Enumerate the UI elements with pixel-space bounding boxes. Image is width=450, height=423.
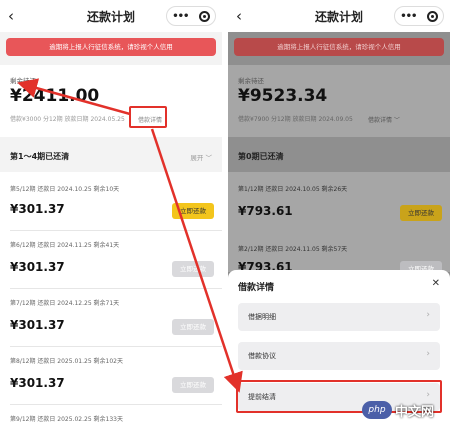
installment-amount: ¥301.37 (10, 202, 65, 216)
target-icon[interactable] (198, 10, 210, 22)
divider (10, 404, 222, 405)
chevron-left-icon[interactable]: ‹ (8, 7, 14, 25)
pay-now-button[interactable]: 立即还款 (400, 205, 442, 221)
chevron-left-icon[interactable]: ‹ (236, 7, 242, 25)
installment-list: 第1/12期 还款日 2024.10.05 剩余26天 ¥793.61 立即还款… (228, 172, 450, 277)
sheet-item-label: 借据明细 (248, 313, 276, 321)
installment-label: 第6/12期 还款日 2024.11.25 剩余41天 (10, 242, 120, 249)
pay-now-button[interactable]: 立即还款 (172, 319, 214, 335)
chevron-right-icon: › (426, 310, 430, 320)
installment-label: 第7/12期 还款日 2024.12.25 剩余71天 (10, 300, 120, 307)
target-icon[interactable] (426, 10, 438, 22)
capsule-menu[interactable]: ••• (394, 6, 444, 26)
credit-warning-banner: 逾期将上报人行征信系统，请珍视个人信用 (6, 38, 216, 56)
credit-warning-banner: 逾期将上报人行征信系统，请珍视个人信用 (234, 38, 444, 56)
installment-label: 第5/12期 还款日 2024.10.25 剩余10天 (10, 186, 120, 193)
remaining-label: 剩余待还 (238, 77, 264, 85)
section-title: 第0期已还清 (238, 152, 284, 161)
pay-now-button[interactable]: 立即还款 (172, 203, 214, 219)
right-screen: ‹ 还款计划 ••• 逾期将上报人行征信系统，请珍视个人信用 剩余待还 ¥952… (228, 0, 450, 423)
more-dots-icon[interactable]: ••• (172, 11, 189, 22)
capsule-menu[interactable]: ••• (166, 6, 216, 26)
divider (10, 288, 222, 289)
highlight-box (129, 106, 167, 128)
pay-now-button[interactable]: 立即还款 (172, 377, 214, 393)
watermark: php 中文网 (362, 400, 446, 420)
divider (10, 230, 222, 231)
close-icon[interactable]: ✕ (432, 278, 440, 289)
installment-amount: ¥301.37 (10, 376, 65, 390)
pay-now-button[interactable]: 立即还款 (172, 261, 214, 277)
remaining-amount: ¥2411.00 (10, 86, 100, 106)
sheet-item-label: 借款协议 (248, 352, 276, 360)
nav-bar: ‹ 还款计划 ••• (228, 0, 450, 32)
installment-label: 第2/12期 还款日 2024.11.05 剩余57天 (238, 246, 348, 253)
sheet-item-receipt-detail[interactable]: 借据明细 › (238, 303, 440, 331)
installment-list: 第5/12期 还款日 2024.10.25 剩余10天 ¥301.37 立即还款… (0, 172, 222, 423)
remaining-label: 剩余待还 (10, 77, 36, 85)
loan-detail-link[interactable]: 借款详情 ﹀ (368, 115, 400, 124)
installment-amount: ¥793.61 (238, 204, 293, 218)
installment-label: 第8/12期 还款日 2025.01.25 剩余102天 (10, 358, 124, 365)
loan-info: 借款¥7900 分12期 放款日期 2024.09.05 (238, 116, 353, 123)
nav-bar: ‹ 还款计划 ••• (0, 0, 222, 32)
page-title: 还款计划 (314, 9, 363, 24)
section-title: 第1～4期已还清 (10, 152, 70, 161)
installment-label: 第9/12期 还款日 2025.02.25 剩余133天 (10, 416, 124, 423)
loan-info: 借款¥3000 分12期 放款日期 2024.05.25 (10, 116, 125, 123)
watermark-text: 中文网 (395, 404, 435, 420)
installment-amount: ¥301.37 (10, 318, 65, 332)
expand-toggle[interactable]: 展开 ﹀ (190, 152, 212, 162)
installment-amount: ¥301.37 (10, 260, 65, 274)
sheet-title: 借款详情 (238, 283, 275, 293)
remaining-amount: ¥9523.34 (238, 86, 328, 106)
installment-label: 第1/12期 还款日 2024.10.05 剩余26天 (238, 186, 348, 193)
sheet-item-loan-agreement[interactable]: 借款协议 › (238, 342, 440, 370)
page-title: 还款计划 (86, 9, 135, 24)
chevron-right-icon: › (426, 349, 430, 359)
php-logo: php (362, 401, 392, 419)
more-dots-icon[interactable]: ••• (400, 11, 417, 22)
left-screen: ‹ 还款计划 ••• 逾期将上报人行征信系统，请珍视个人信用 剩余待还 ¥241… (0, 0, 222, 423)
divider (10, 346, 222, 347)
